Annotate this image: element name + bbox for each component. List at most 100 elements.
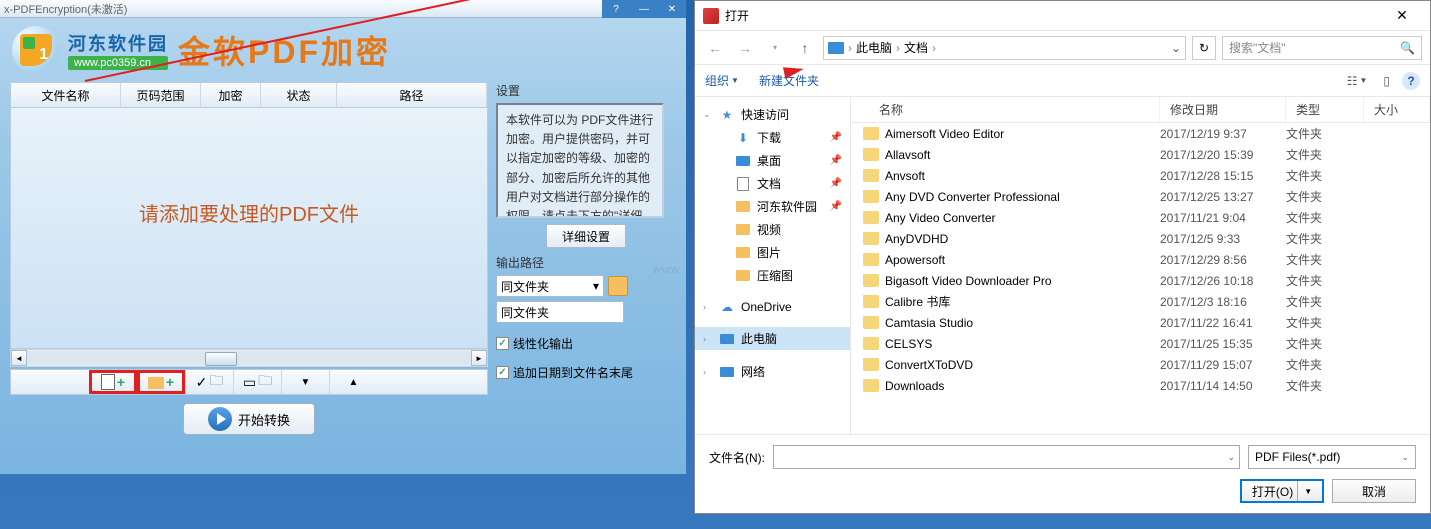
linearize-checkbox[interactable]: ✓ (496, 337, 509, 350)
logo-row: 河东软件园 www.pc0359.cn 金软PDF加密 (0, 18, 686, 82)
help-icon-button[interactable]: ? (1402, 72, 1420, 90)
address-bar[interactable]: › 此电脑 › 文档 › ⌄ (823, 36, 1186, 60)
folder-icon (863, 358, 879, 371)
sidebar-video[interactable]: 视频 (695, 218, 850, 241)
col-encrypt[interactable]: 加密 (201, 83, 261, 107)
file-list-body[interactable]: Aimersoft Video Editor2017/12/19 9:37文件夹… (851, 123, 1430, 434)
cancel-button[interactable]: 取消 (1332, 479, 1416, 503)
file-row[interactable]: AnyDVDHD2017/12/5 9:33文件夹 (851, 228, 1430, 249)
sidebar-documents[interactable]: 文档📌 (695, 172, 850, 195)
search-input[interactable]: 搜索"文档" 🔍 (1222, 36, 1422, 60)
output-folder-select[interactable]: 同文件夹▾ (496, 275, 604, 297)
start-label: 开始转换 (238, 410, 290, 429)
view-mode-button[interactable]: ☷ ▼ (1343, 72, 1372, 90)
folder-icon (863, 127, 879, 140)
file-row[interactable]: Calibre 书库2017/12/3 18:16文件夹 (851, 291, 1430, 312)
output-path-input[interactable] (496, 301, 624, 323)
start-convert-button[interactable]: 开始转换 (183, 403, 315, 435)
pc-icon (828, 42, 844, 54)
breadcrumb-pc[interactable]: 此电脑 (856, 39, 892, 56)
address-dropdown[interactable]: ⌄ (1171, 41, 1181, 55)
file-row[interactable]: Bigasoft Video Downloader Pro2017/12/26 … (851, 270, 1430, 291)
dialog-sidebar: ⌄★快速访问 ⬇下载📌 桌面📌 文档📌 河东软件园📌 视频 图片 压缩图 ›☁O… (695, 97, 851, 434)
append-date-checkbox[interactable]: ✓ (496, 366, 509, 379)
preview-pane-button[interactable]: ▯ (1379, 72, 1394, 90)
file-row[interactable]: CELSYS2017/11/25 15:35文件夹 (851, 333, 1430, 354)
brand-text: 河东软件园 www.pc0359.cn (68, 30, 168, 70)
close-button[interactable]: ✕ (658, 0, 686, 18)
table-body[interactable]: 请添加要处理的PDF文件 (10, 108, 488, 349)
sidebar-pictures[interactable]: 图片 (695, 241, 850, 264)
open-button[interactable]: 打开(O)▼ (1240, 479, 1324, 503)
search-icon: 🔍 (1400, 41, 1415, 55)
linearize-checkbox-row[interactable]: ✓ 线性化输出 (496, 335, 676, 352)
breadcrumb-docs[interactable]: 文档 (904, 39, 928, 56)
folder-icon (863, 211, 879, 224)
file-row[interactable]: Any DVD Converter Professional2017/12/25… (851, 186, 1430, 207)
col-pagerange[interactable]: 页码范围 (121, 83, 201, 107)
pin-icon: 📌 (830, 178, 842, 189)
file-row[interactable]: Aimersoft Video Editor2017/12/19 9:37文件夹 (851, 123, 1430, 144)
move-down-button[interactable]: ▼ (281, 370, 329, 394)
add-file-button[interactable]: + (89, 370, 137, 394)
file-row[interactable]: Anvsoft2017/12/28 15:15文件夹 (851, 165, 1430, 186)
nav-up-button[interactable]: ↑ (793, 36, 817, 60)
sidebar-network[interactable]: ›网络 (695, 360, 850, 383)
add-folder-button[interactable]: + (137, 370, 185, 394)
brand-url: www.pc0359.cn (68, 56, 168, 70)
scroll-thumb[interactable] (205, 352, 237, 366)
refresh-button[interactable]: ↻ (1192, 36, 1216, 60)
sidebar-quick-access[interactable]: ⌄★快速访问 (695, 103, 850, 126)
col-name[interactable]: 名称 (851, 97, 1160, 122)
horizontal-scrollbar[interactable]: ◄ ► (10, 349, 488, 367)
scroll-right-button[interactable]: ► (471, 350, 487, 366)
browse-folder-button[interactable] (608, 276, 628, 296)
file-list-header: 名称 修改日期 类型 大小 (851, 97, 1430, 123)
dialog-footer: 文件名(N): ⌄ PDF Files(*.pdf)⌄ 打开(O)▼ 取消 (695, 434, 1430, 513)
pin-icon: 📌 (830, 201, 842, 212)
move-up-button[interactable]: ▲ (329, 370, 377, 394)
clear-files-button[interactable]: ▭🗀 (233, 370, 281, 394)
dialog-close-button[interactable]: ✕ (1382, 2, 1422, 30)
col-path[interactable]: 路径 (337, 83, 487, 107)
file-row[interactable]: Apowersoft2017/12/29 8:56文件夹 (851, 249, 1430, 270)
sidebar-desktop[interactable]: 桌面📌 (695, 149, 850, 172)
dialog-nav-bar: ← → ▾ ↑ › 此电脑 › 文档 › ⌄ ↻ 搜索"文档" 🔍 (695, 31, 1430, 65)
sidebar-downloads[interactable]: ⬇下载📌 (695, 126, 850, 149)
col-filename[interactable]: 文件名称 (11, 83, 121, 107)
scroll-left-button[interactable]: ◄ (11, 350, 27, 366)
file-filter-select[interactable]: PDF Files(*.pdf)⌄ (1248, 445, 1416, 469)
file-row[interactable]: Allavsoft2017/12/20 15:39文件夹 (851, 144, 1430, 165)
output-label: 输出路径 (496, 254, 676, 271)
nav-forward-button[interactable]: → (733, 36, 757, 60)
play-icon (208, 407, 232, 431)
remove-file-button[interactable]: ✓🗀 (185, 370, 233, 394)
dialog-title: 打开 (725, 7, 1382, 24)
sidebar-hedong[interactable]: 河东软件园📌 (695, 195, 850, 218)
col-type[interactable]: 类型 (1286, 97, 1364, 122)
detail-settings-button[interactable]: 详细设置 (546, 224, 626, 248)
filename-input[interactable]: ⌄ (773, 445, 1240, 469)
sidebar-onedrive[interactable]: ›☁OneDrive (695, 297, 850, 317)
file-row[interactable]: Camtasia Studio2017/11/22 16:41文件夹 (851, 312, 1430, 333)
app-title-text: x-PDFEncryption(未激活) (4, 1, 127, 17)
dialog-icon (703, 8, 719, 24)
append-date-checkbox-row[interactable]: ✓ 追加日期到文件名末尾 (496, 364, 676, 381)
file-row[interactable]: Downloads2017/11/14 14:50文件夹 (851, 375, 1430, 396)
sidebar-this-pc[interactable]: ›此电脑 (695, 327, 850, 350)
folder-icon (863, 148, 879, 161)
file-row[interactable]: ConvertXToDVD2017/11/29 15:07文件夹 (851, 354, 1430, 375)
col-date[interactable]: 修改日期 (1160, 97, 1286, 122)
file-toolbar: + + ✓🗀 ▭🗀 ▼ ▲ (10, 369, 488, 395)
organize-button[interactable]: 组织 ▼ (705, 72, 739, 89)
sidebar-compressed[interactable]: 压缩图 (695, 264, 850, 287)
file-row[interactable]: Any Video Converter2017/11/21 9:04文件夹 (851, 207, 1430, 228)
col-status[interactable]: 状态 (261, 83, 337, 107)
col-size[interactable]: 大小 (1364, 97, 1430, 122)
nav-recent-button[interactable]: ▾ (763, 36, 787, 60)
logo-icon (12, 26, 60, 74)
brand-name: 河东软件园 (68, 30, 168, 56)
nav-back-button[interactable]: ← (703, 36, 727, 60)
help-button[interactable]: ? (602, 0, 630, 18)
minimize-button[interactable]: — (630, 0, 658, 18)
